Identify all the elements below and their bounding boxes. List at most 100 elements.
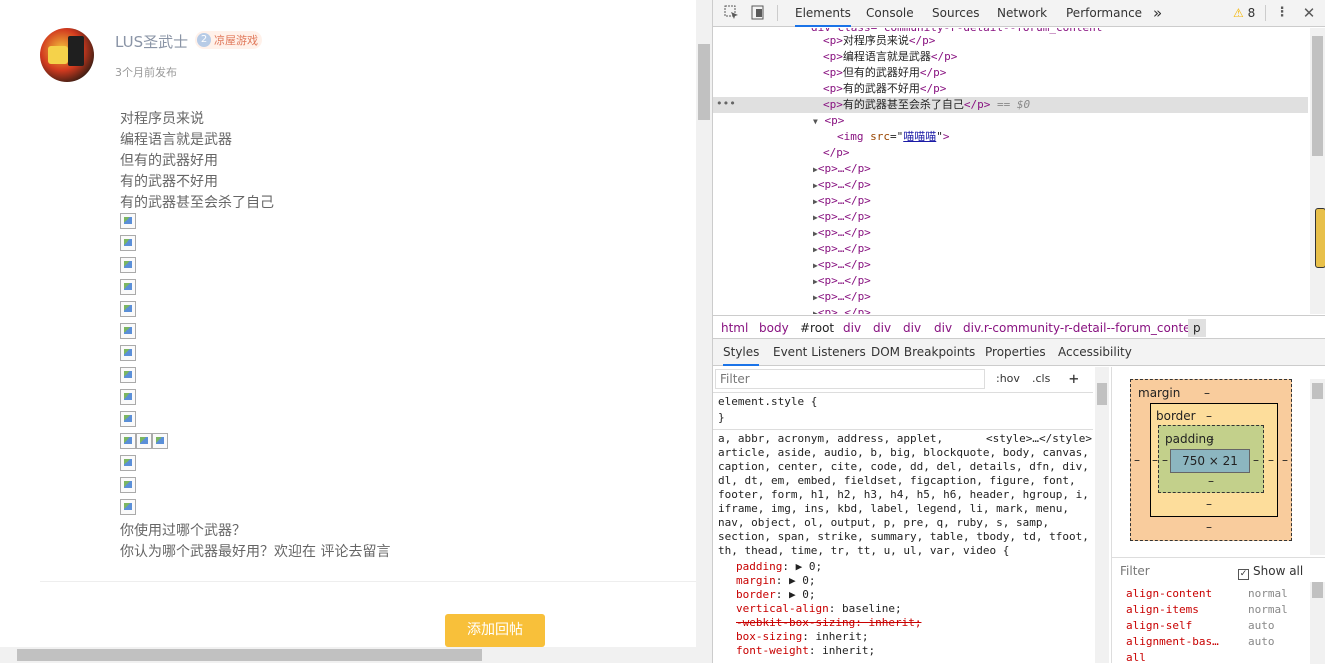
dom-node-p-selected[interactable]: <p>有的武器甚至会杀了自己</p> == $0 — [823, 97, 1030, 113]
cls-toggle[interactable]: .cls — [1032, 372, 1050, 385]
dom-node-p-expanded[interactable]: ▼ <p> — [813, 113, 844, 129]
dom-node-p[interactable]: <p>有的武器不好用</p> — [823, 81, 946, 97]
tab-console[interactable]: Console — [866, 0, 914, 27]
dom-node-collapsed[interactable]: ▶<p>…</p> — [813, 193, 871, 209]
rule-selector-line[interactable]: iframe, img, ins, kbd, label, legend, li… — [718, 502, 1069, 516]
margin-left-value[interactable]: – — [1134, 453, 1140, 467]
css-property[interactable]: font-weight: inherit; — [736, 644, 875, 658]
dom-node-img[interactable]: <img src="喵喵喵"> — [837, 129, 950, 145]
page-side-widget[interactable] — [1315, 208, 1325, 268]
page-horizontal-scrollbar[interactable] — [0, 647, 696, 663]
tab-performance[interactable]: Performance — [1066, 0, 1142, 27]
computed-row[interactable]: align-self auto — [1126, 618, 1306, 634]
device-toolbar-icon[interactable] — [749, 5, 765, 21]
padding-right-value[interactable]: – — [1253, 453, 1259, 467]
warnings-count[interactable]: ⚠ 8 — [1233, 6, 1255, 20]
rule-selector-line[interactable]: article, aside, audio, b, big, blockquot… — [718, 446, 1089, 460]
breadcrumb-item[interactable]: div — [843, 321, 861, 335]
breadcrumb-item[interactable]: div.r-community-r-detail--forum_content — [963, 321, 1203, 335]
show-all-checkbox[interactable]: ✓ Show all — [1238, 564, 1303, 580]
breadcrumb-item[interactable]: div — [934, 321, 952, 335]
tab-accessibility[interactable]: Accessibility — [1058, 339, 1132, 366]
breadcrumb-item[interactable]: #root — [800, 321, 834, 335]
computed-row[interactable]: alignment-bas… auto — [1126, 634, 1306, 650]
dom-tree-scrollbar[interactable] — [1310, 28, 1325, 314]
expand-arrow-icon[interactable]: ▶ — [789, 588, 796, 601]
rule-selector-line[interactable]: dl, dt, em, embed, fieldset, figcaption,… — [718, 474, 1076, 488]
padding-left-value[interactable]: – — [1162, 453, 1168, 467]
rule-selector-line[interactable]: th, thead, time, tr, tt, u, ul, var, vid… — [718, 544, 1009, 558]
dom-node-collapsed[interactable]: ▶<p>…</p> — [813, 209, 871, 225]
kebab-menu-icon[interactable]: ⋮ — [1274, 5, 1290, 21]
dom-node-collapsed[interactable]: ▶<p>…</p> — [813, 257, 871, 273]
page-vertical-scrollbar[interactable] — [696, 0, 712, 663]
dom-node-collapsed[interactable]: ▶<p>…</p> — [813, 289, 871, 305]
dom-node-p[interactable]: <p>对程序员来说</p> — [823, 33, 935, 49]
dom-node-collapsed[interactable]: ▶<p>…</p> — [813, 177, 871, 193]
rule-selector-line[interactable]: section, span, strike, summary, table, t… — [718, 530, 1089, 544]
tab-properties[interactable]: Properties — [985, 339, 1046, 366]
dom-node-collapsed[interactable]: ▶<p>…</p> — [813, 225, 871, 241]
expand-arrow-icon[interactable]: ▶ — [796, 560, 803, 573]
computed-row[interactable]: all — [1126, 650, 1306, 666]
computed-scrollbar[interactable] — [1310, 582, 1325, 664]
new-style-rule-icon[interactable]: + — [1069, 369, 1079, 388]
close-icon[interactable]: ✕ — [1301, 5, 1317, 21]
dom-node-p[interactable]: <p>编程语言就是武器</p> — [823, 49, 957, 65]
tab-event-listeners[interactable]: Event Listeners — [773, 339, 866, 366]
rule-selector-line[interactable]: a, abbr, acronym, address, applet, — [718, 432, 943, 446]
computed-row[interactable]: align-items normal — [1126, 602, 1306, 618]
css-property[interactable]: border: ▶ 0; — [736, 588, 816, 602]
tab-elements[interactable]: Elements — [795, 0, 851, 27]
rule-selector-line[interactable]: footer, form, h1, h2, h3, h4, h5, h6, he… — [718, 488, 1089, 502]
tab-styles[interactable]: Styles — [723, 339, 760, 366]
rule-selector-line[interactable]: caption, center, cite, code, dd, del, de… — [718, 460, 1089, 474]
more-actions-icon[interactable]: ••• — [716, 98, 736, 109]
inspect-element-icon[interactable] — [723, 5, 739, 21]
margin-right-value[interactable]: – — [1282, 453, 1288, 467]
breadcrumb-item[interactable]: div — [873, 321, 891, 335]
border-bottom-value[interactable]: – — [1206, 497, 1212, 511]
expand-arrow-icon[interactable]: ▶ — [789, 574, 796, 587]
css-property[interactable]: box-sizing: inherit; — [736, 630, 868, 644]
css-property[interactable]: padding: ▶ 0; — [736, 560, 822, 574]
dom-node-collapsed[interactable]: ▶<p>…</p> — [813, 273, 871, 289]
rule-source-link[interactable]: <style>…</style> — [986, 432, 1092, 446]
add-reply-button[interactable]: 添加回帖 — [445, 614, 545, 647]
margin-top-value[interactable]: – — [1204, 386, 1210, 400]
tab-sources[interactable]: Sources — [932, 0, 979, 27]
box-model-content-size[interactable]: 750 × 21 — [1170, 449, 1250, 473]
img-src-link[interactable]: 喵喵喵 — [903, 130, 936, 143]
avatar[interactable] — [40, 28, 94, 82]
box-model-scrollbar[interactable] — [1310, 379, 1325, 555]
checkbox-checked-icon[interactable]: ✓ — [1238, 569, 1249, 580]
more-tabs-icon[interactable]: » — [1153, 0, 1162, 27]
tab-network[interactable]: Network — [997, 0, 1047, 27]
rule-selector-line[interactable]: nav, object, ol, output, p, pre, q, ruby… — [718, 516, 1049, 530]
padding-bottom-value[interactable]: – — [1208, 474, 1214, 488]
css-property-overridden[interactable]: -webkit-box-sizing: inherit; — [736, 616, 921, 630]
computed-filter-input[interactable]: Filter — [1120, 564, 1150, 578]
element-style-selector[interactable]: element.style { — [718, 395, 817, 409]
hov-toggle[interactable]: :hov — [996, 372, 1020, 385]
border-left-value[interactable]: – — [1152, 453, 1158, 467]
border-right-value[interactable]: – — [1268, 453, 1274, 467]
username[interactable]: LUS圣武士 — [115, 31, 188, 52]
tab-dom-breakpoints[interactable]: DOM Breakpoints — [871, 339, 975, 366]
dom-node-collapsed[interactable]: ▶<p>…</p> — [813, 241, 871, 257]
css-property[interactable]: vertical-align: baseline; — [736, 602, 902, 616]
styles-filter-input[interactable]: Filter — [715, 369, 985, 389]
breadcrumb-item[interactable]: body — [759, 321, 789, 335]
dom-node-collapsed[interactable]: ▶<p>…</p> — [813, 161, 871, 177]
breadcrumb-item[interactable]: div — [903, 321, 921, 335]
dom-node-collapsed[interactable]: ▶<p>…</p> — [813, 305, 871, 314]
padding-top-value[interactable]: – — [1208, 432, 1214, 446]
styles-scrollbar[interactable] — [1095, 367, 1109, 663]
css-property[interactable]: margin: ▶ 0; — [736, 574, 816, 588]
border-top-value[interactable]: – — [1206, 409, 1212, 423]
breadcrumb-item[interactable]: html — [721, 321, 748, 335]
dom-node-p[interactable]: <p>但有的武器好用</p> — [823, 65, 946, 81]
computed-row[interactable]: align-content normal — [1126, 586, 1306, 602]
margin-bottom-value[interactable]: – — [1206, 520, 1212, 534]
breadcrumb-item-selected[interactable]: p — [1188, 319, 1206, 337]
